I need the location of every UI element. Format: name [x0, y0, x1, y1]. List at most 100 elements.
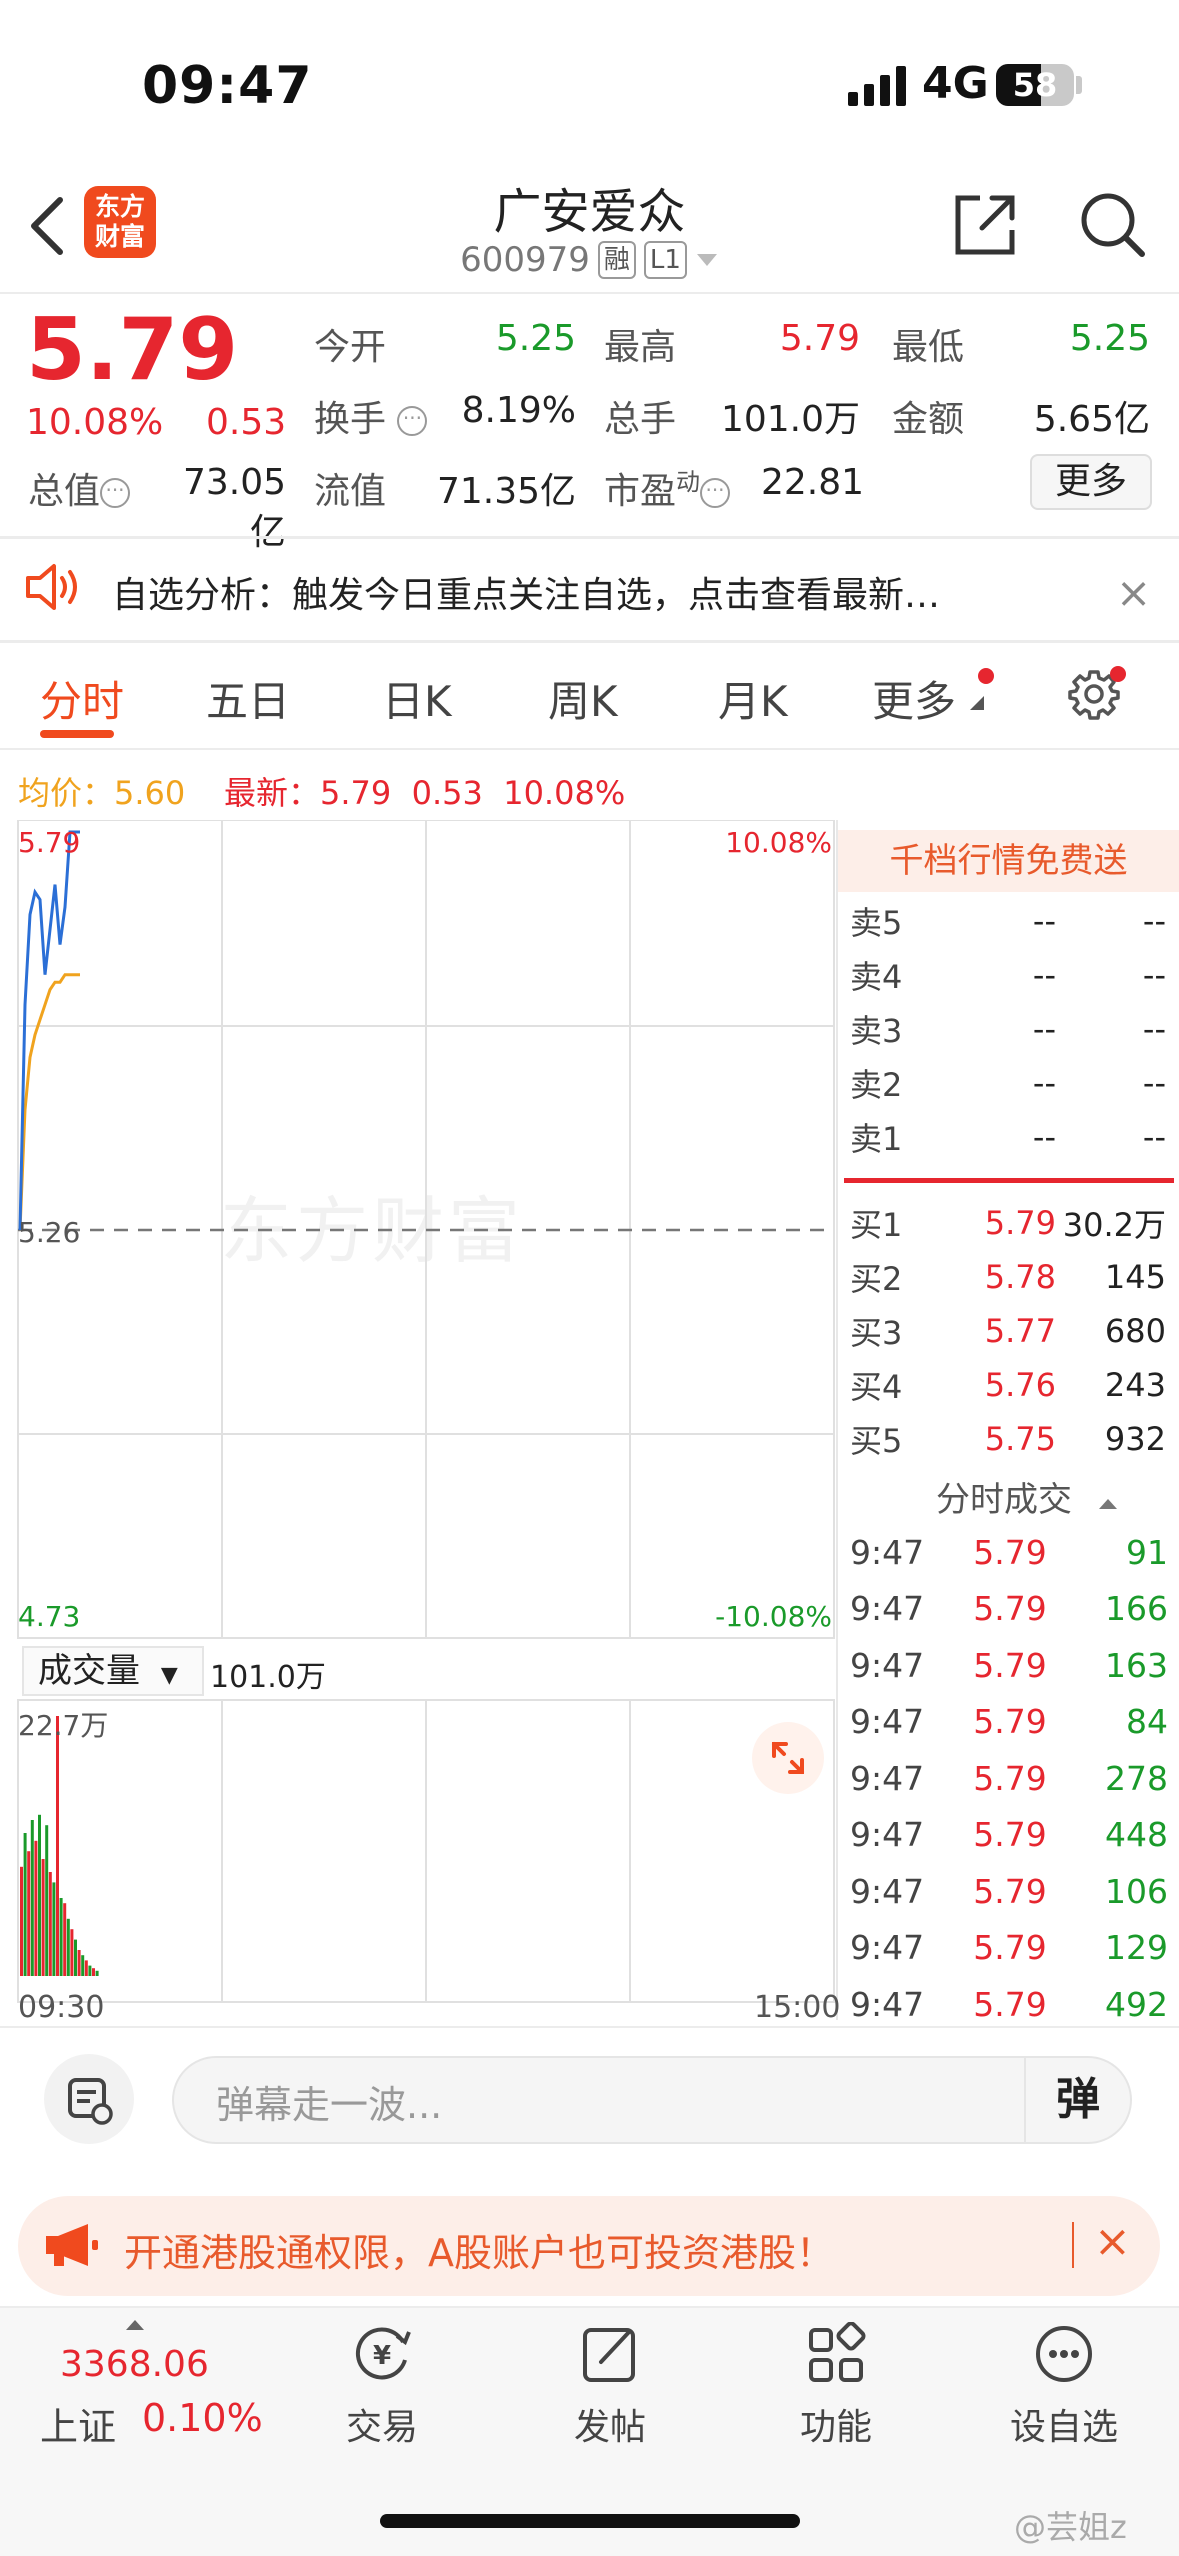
tick-time: 9:47	[850, 1532, 925, 1572]
expand-icon	[772, 1742, 804, 1774]
ask-label: 卖5	[850, 904, 903, 942]
tick-row: 9:47 5.79 91	[850, 1524, 1168, 1580]
tick-volume: 91	[1126, 1532, 1168, 1572]
bid-label: 买3	[850, 1314, 903, 1352]
nav-post[interactable]: 发帖	[540, 2322, 680, 2450]
bid-label: 买1	[850, 1206, 903, 1244]
pe-label-text: 市盈	[604, 471, 677, 512]
index-value[interactable]: 3368.06	[60, 2344, 209, 2385]
nav-functions[interactable]: 功能	[766, 2321, 906, 2450]
volume-bar	[45, 1825, 49, 1976]
bid-row[interactable]: 买3 5.77 680	[850, 1304, 1166, 1358]
expand-button[interactable]	[752, 1722, 824, 1794]
ask-row[interactable]: 卖3 -- --	[850, 1002, 1166, 1056]
ask-row[interactable]: 卖5 -- --	[850, 894, 1166, 948]
share-icon[interactable]	[950, 190, 1020, 260]
volume-bar	[70, 1929, 74, 1976]
orderbook-promo[interactable]: 千档行情免费送	[838, 830, 1179, 892]
tab-daily-k[interactable]: 日K	[382, 668, 452, 729]
info-icon[interactable]: ···	[100, 478, 131, 508]
ask-row[interactable]: 卖1 -- --	[850, 1110, 1166, 1164]
danmu-send-button[interactable]: 弹	[1024, 2058, 1130, 2142]
y-axis-top: 5.79	[18, 826, 80, 859]
tick-row: 9:47 5.79 448	[850, 1807, 1168, 1863]
tick-row: 9:47 5.79 106	[850, 1863, 1168, 1919]
volume-bar	[56, 1716, 59, 1976]
info-icon[interactable]: ···	[397, 406, 428, 436]
notice-text[interactable]: 自选分析：触发今日重点关注自选，点击查看最新…	[112, 566, 940, 618]
nav-trade[interactable]: ¥ 交易	[312, 2322, 452, 2450]
orderbook-divider	[844, 1178, 1174, 1183]
bid-row[interactable]: 买4 5.76 243	[850, 1358, 1166, 1412]
volume-bar	[27, 1851, 31, 1976]
tick-volume: 84	[1126, 1702, 1168, 1741]
yuan-icon: ¥	[355, 2327, 411, 2380]
tab-intraday[interactable]: 分时	[40, 668, 124, 729]
mktcap-label-text: 总值	[28, 471, 101, 512]
bid-row[interactable]: 买2 5.78 145	[850, 1250, 1166, 1304]
tick-time: 9:47	[850, 1645, 925, 1685]
last-change-pct: 10.08%	[503, 774, 626, 812]
volume-bar	[38, 1814, 41, 1976]
tick-price: 5.79	[973, 1815, 1047, 1854]
ask-volume: --	[1142, 1010, 1166, 1048]
ask-price: --	[1032, 902, 1056, 940]
tick-row: 9:47 5.79 278	[850, 1750, 1168, 1806]
float-value: 71.35亿	[436, 471, 576, 512]
svg-text:¥: ¥	[373, 2341, 391, 2371]
bid-volume: 243	[1104, 1366, 1166, 1404]
close-icon[interactable]: ×	[1094, 2216, 1131, 2267]
home-indicator[interactable]	[380, 2514, 800, 2528]
tick-row: 9:47 5.79 84	[850, 1694, 1168, 1750]
info-icon[interactable]: ···	[700, 478, 731, 508]
low-value: 5.25	[1069, 318, 1150, 359]
search-icon[interactable]	[1078, 190, 1148, 260]
nav-add-watchlist[interactable]: 设自选	[994, 2322, 1134, 2450]
change-amount: 0.53	[206, 402, 287, 443]
open-value: 5.25	[495, 318, 576, 359]
ask-price: --	[1032, 1010, 1056, 1048]
volume-indicator-select[interactable]: 成交量 ▼	[22, 1646, 204, 1696]
index-percent[interactable]: 0.10%	[142, 2396, 263, 2440]
volume-bar	[92, 1968, 95, 1976]
ask-row[interactable]: 卖4 -- --	[850, 948, 1166, 1002]
bid-volume: 932	[1104, 1420, 1166, 1458]
ask-volume: --	[1142, 1118, 1166, 1156]
turnover-value: 8.19%	[461, 390, 576, 431]
tab-monthly-k[interactable]: 月K	[718, 668, 788, 729]
tab-five-day[interactable]: 五日	[206, 668, 290, 729]
tick-volume: 129	[1105, 1928, 1168, 1967]
danmu-toggle-button[interactable]	[44, 2054, 134, 2144]
level-tag: L1	[643, 241, 687, 279]
time-axis-end: 15:00	[754, 1990, 841, 2025]
divider	[0, 2026, 1179, 2028]
ticks-title: 分时成交	[936, 1480, 1072, 1520]
tick-time: 9:47	[850, 1871, 925, 1911]
bid-price: 5.76	[984, 1366, 1056, 1404]
more-button[interactable]: 更多	[1030, 454, 1152, 510]
bid-volume: 145	[1104, 1258, 1166, 1296]
ask-label: 卖4	[850, 958, 903, 996]
bid-row[interactable]: 买1 5.79 30.2万	[850, 1196, 1166, 1250]
tab-weekly-k[interactable]: 周K	[548, 668, 618, 729]
avg-price-summary: 均价：5.60	[18, 768, 185, 814]
bid-row[interactable]: 买5 5.75 932	[850, 1412, 1166, 1466]
volume-bar	[20, 1866, 23, 1976]
volume-value: 101.0万	[720, 399, 860, 440]
notification-dot	[978, 668, 994, 684]
ask-row[interactable]: 卖2 -- --	[850, 1056, 1166, 1110]
avg-price-label: 均价：	[18, 774, 115, 812]
volume-max-label: 22.7万	[18, 1709, 109, 1742]
tab-more[interactable]: 更多	[872, 668, 956, 729]
volume-total: 101.0万	[210, 1660, 326, 1695]
danmu-placeholder: 弹幕走一波...	[216, 2083, 443, 2127]
last-price-label: 最新：	[224, 774, 321, 812]
megaphone-icon	[46, 2224, 98, 2266]
ticks-header[interactable]: 分时成交	[936, 1472, 1119, 1521]
tick-volume: 278	[1105, 1758, 1168, 1798]
tick-price: 5.79	[973, 1758, 1047, 1798]
intraday-chart[interactable]: 5.79 5.26 4.73 10.08% -10.08%	[0, 820, 838, 2020]
promo-text[interactable]: 开通港股通权限，A股账户也可投资港股！	[124, 2222, 834, 2277]
close-icon[interactable]: ×	[1116, 568, 1151, 617]
index-name[interactable]: 上证	[40, 2396, 116, 2451]
